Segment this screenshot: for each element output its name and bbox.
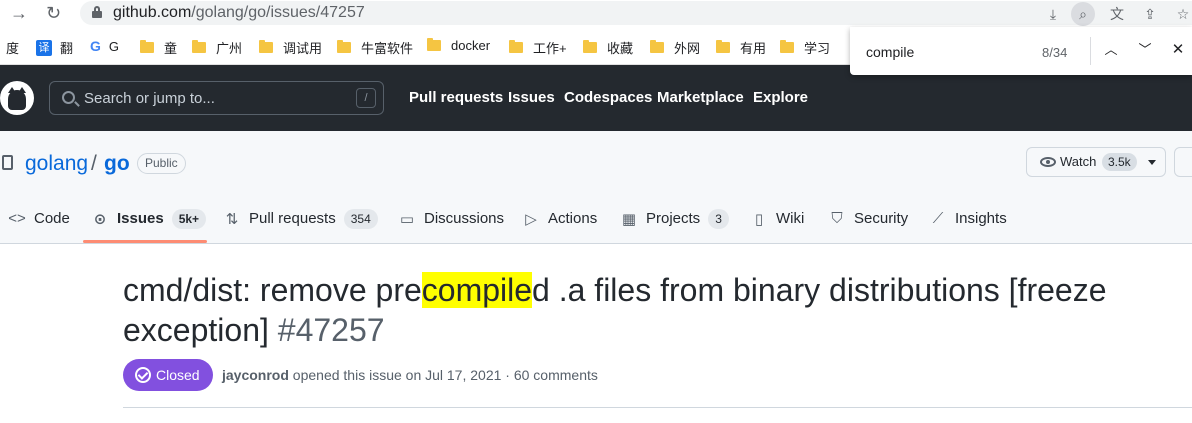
bookmark-folder[interactable]: 童	[140, 38, 177, 57]
search-shortcut-key: /	[356, 88, 376, 108]
url-text[interactable]: github.com/golang/go/issues/47257	[113, 4, 365, 22]
nav-issues[interactable]: Issues	[508, 89, 555, 106]
folder-icon	[716, 40, 730, 53]
fork-button[interactable]	[1174, 147, 1192, 177]
status-badge: Closed	[123, 359, 213, 391]
folder-icon	[509, 40, 523, 53]
find-divider	[1090, 37, 1091, 65]
find-input[interactable]: compile	[866, 44, 914, 60]
table-icon: ▦	[621, 211, 637, 228]
nav-codespaces[interactable]: Codespaces	[564, 89, 652, 106]
find-in-page-icon[interactable]: ⌕	[1071, 2, 1095, 26]
issue-number: #47257	[277, 312, 385, 348]
watch-button[interactable]: Watch 3.5k	[1026, 147, 1166, 177]
repo-separator: /	[91, 152, 97, 175]
author-link[interactable]: jayconrod	[222, 367, 289, 383]
find-next-icon[interactable]: ﹀	[1134, 39, 1156, 61]
chevron-down-icon[interactable]	[1148, 160, 1156, 165]
close-icon[interactable]: ✕	[1167, 39, 1189, 61]
bookmark-folder[interactable]: 外网	[650, 38, 700, 57]
graph-icon: ⟋	[932, 210, 944, 227]
find-match-count: 8/34	[1042, 45, 1068, 60]
tab-discussions[interactable]: ▭ Discussions	[398, 210, 504, 244]
folder-icon	[780, 40, 794, 53]
issue-meta-text: opened this issue on Jul 17, 2021 · 60 c…	[292, 367, 598, 383]
play-icon: ▷	[525, 211, 537, 228]
nav-marketplace[interactable]: Marketplace	[657, 89, 744, 106]
tab-code[interactable]: <> Code	[8, 210, 70, 244]
bookmark-folder[interactable]: 学习	[780, 38, 830, 57]
search-placeholder: Search or jump to...	[84, 90, 215, 107]
tab-projects[interactable]: ▦ Projects 3	[620, 209, 729, 244]
folder-icon	[650, 40, 664, 53]
find-bar: compile 8/34 ︿ ﹀ ✕	[850, 27, 1192, 75]
watch-label: Watch	[1060, 154, 1097, 169]
repo-header: golang / go Public Watch 3.5k <> Code ⊙ Is…	[0, 131, 1192, 244]
star-icon[interactable]: ☆	[1173, 4, 1192, 24]
issue-meta: jayconrod opened this issue on Jul 17, 2…	[222, 367, 598, 383]
book-icon: ▯	[754, 211, 764, 228]
visibility-badge: Public	[137, 153, 186, 174]
translate-icon[interactable]: 文	[1107, 4, 1127, 24]
tab-pull-requests[interactable]: ⇅ Pull requests 354	[223, 209, 378, 244]
find-previous-icon[interactable]: ︿	[1100, 39, 1122, 61]
issue-icon: ⊙	[93, 211, 107, 228]
issues-count: 5k+	[171, 209, 207, 229]
issue-title: cmd/dist: remove precompiled .a files fr…	[123, 272, 1107, 348]
projects-count: 3	[708, 209, 729, 229]
selected-tab-indicator	[83, 240, 207, 243]
check-circle-icon	[135, 367, 151, 383]
divider	[123, 407, 1192, 408]
url-path: /golang/go/issues/47257	[191, 4, 365, 21]
repo-owner-link[interactable]: golang	[25, 152, 88, 176]
bookmark-folder[interactable]: 广州	[192, 38, 242, 57]
bookmark-folder[interactable]: 收藏	[583, 38, 633, 57]
download-icon[interactable]: ⤓	[1043, 4, 1063, 24]
tab-actions[interactable]: ▷ Actions	[522, 210, 597, 244]
bookmark-folder[interactable]: 调试用	[259, 38, 322, 57]
lock-icon	[92, 6, 102, 18]
tab-insights[interactable]: ⟋ Insights	[929, 210, 1007, 244]
pull-request-icon: ⇅	[225, 211, 239, 228]
search-icon	[62, 91, 75, 104]
forward-arrow-icon[interactable]: →	[10, 3, 28, 23]
folder-icon	[259, 40, 273, 53]
bookmark-folder[interactable]: docker	[427, 38, 490, 53]
bookmark-folder[interactable]: 工作+	[509, 38, 567, 57]
nav-pull-requests[interactable]: Pull requests	[409, 89, 503, 106]
repo-name-link[interactable]: go	[104, 152, 130, 176]
bookmark-folder[interactable]: 有用	[716, 38, 766, 57]
pull-requests-count: 354	[343, 209, 378, 229]
folder-icon	[427, 38, 441, 51]
tab-security[interactable]: ⛉ Security	[828, 210, 908, 244]
google-icon: G	[90, 38, 101, 54]
folder-icon	[583, 40, 597, 53]
github-logo-icon[interactable]	[0, 81, 34, 115]
tab-wiki[interactable]: ▯ Wiki	[750, 210, 804, 244]
share-icon[interactable]: ⇪	[1140, 4, 1160, 24]
shield-icon: ⛉	[831, 210, 843, 227]
nav-explore[interactable]: Explore	[753, 89, 808, 106]
reload-icon[interactable]: ↻	[46, 3, 61, 23]
bookmark-folder[interactable]: 牛富软件	[337, 38, 413, 57]
folder-icon	[337, 40, 351, 53]
browser-address-row: → ↻ github.com/golang/go/issues/47257 ⤓ …	[0, 0, 1192, 27]
address-bar[interactable]: github.com/golang/go/issues/47257 ⤓ ⌕ 文 …	[80, 1, 1192, 26]
search-input[interactable]: Search or jump to... /	[49, 81, 384, 115]
translate-icon: 译	[36, 39, 52, 56]
code-icon: <>	[8, 210, 26, 227]
tab-issues[interactable]: ⊙ Issues 5k+	[91, 209, 207, 244]
discussion-icon: ▭	[399, 211, 415, 228]
bookmark-item[interactable]: 度	[6, 38, 19, 57]
watch-count: 3.5k	[1102, 153, 1137, 171]
folder-icon	[140, 40, 154, 53]
folder-icon	[192, 40, 206, 53]
find-highlight: compile	[421, 272, 533, 308]
url-host: github.com	[113, 4, 192, 21]
bookmark-item[interactable]: 译翻	[36, 38, 73, 57]
eye-icon	[1040, 157, 1056, 167]
repo-icon	[2, 155, 13, 170]
bookmark-item[interactable]: GG	[90, 38, 119, 54]
